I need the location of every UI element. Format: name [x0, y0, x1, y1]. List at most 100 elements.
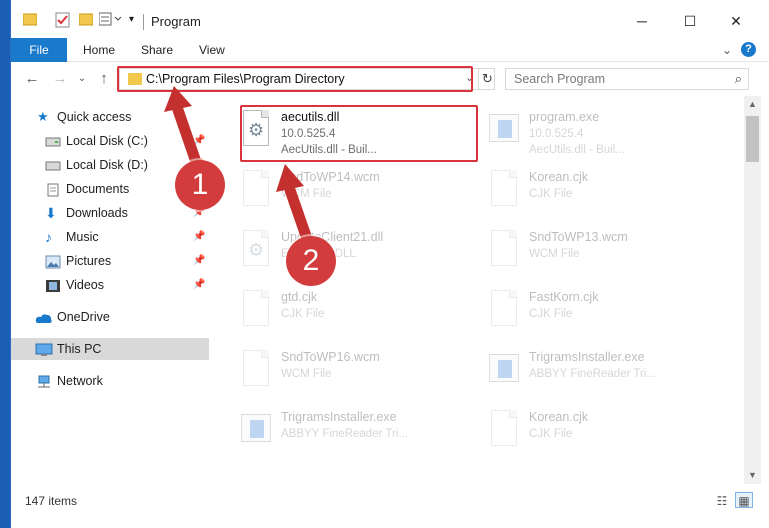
- sidebar-item-label: Quick access: [57, 110, 132, 124]
- pictures-icon: [45, 254, 61, 269]
- sidebar-item-videos[interactable]: Videos 📌: [11, 274, 209, 296]
- download-icon: ⬇: [45, 205, 57, 221]
- exe-file-icon: [489, 350, 519, 388]
- sidebar-item-label: Music: [66, 230, 99, 244]
- up-button[interactable]: ↑: [95, 70, 113, 88]
- sidebar-item-onedrive[interactable]: OneDrive: [11, 306, 209, 328]
- sidebar-item-label: Pictures: [66, 254, 112, 268]
- sidebar-item-network[interactable]: Network: [11, 370, 209, 392]
- close-button[interactable]: ✕: [721, 10, 751, 32]
- drive-icon: [45, 134, 61, 148]
- tiles-view-button[interactable]: ▦: [735, 492, 753, 508]
- sidebar-item-quick-access[interactable]: ★ Quick access: [11, 106, 209, 128]
- title-bar: ▾ Program ─ ☐ ✕: [11, 0, 769, 40]
- file-item[interactable]: TrigramsInstaller.exe ABBYY FineReader T…: [221, 400, 461, 458]
- file-type: CJK File: [529, 188, 573, 200]
- sidebar-item-local-disk-c[interactable]: Local Disk (C:) 📌: [11, 130, 209, 152]
- sidebar-item-label: Documents: [66, 182, 130, 196]
- tab-file[interactable]: File: [11, 38, 67, 62]
- file-highlight-box: [240, 105, 478, 162]
- expand-ribbon-icon[interactable]: ⌄: [719, 42, 735, 58]
- music-icon: ♪: [45, 229, 52, 245]
- scroll-thumb[interactable]: [746, 116, 759, 162]
- exe-file-icon: [241, 410, 271, 448]
- title-divider: [143, 14, 144, 30]
- scroll-up-button[interactable]: ▲: [744, 96, 761, 113]
- forward-button[interactable]: →: [51, 70, 69, 88]
- document-file-icon: [241, 290, 271, 328]
- file-item[interactable]: Korean.cjk CJK File: [469, 400, 709, 458]
- window-title: Program: [151, 14, 201, 29]
- sidebar-item-this-pc[interactable]: This PC: [11, 338, 209, 360]
- file-name: FastKorn.cjk: [529, 290, 599, 304]
- new-folder-icon[interactable]: [78, 12, 94, 30]
- file-item[interactable]: SndToWP13.wcm WCM File: [469, 220, 709, 278]
- file-item[interactable]: SndToWP16.wcm WCM File: [221, 340, 461, 398]
- file-item[interactable]: FastKorn.cjk CJK File: [469, 280, 709, 338]
- tab-view[interactable]: View: [199, 38, 225, 62]
- file-item-program-exe[interactable]: program.exe 10.0.525.4 AecUtils.dll - Bu…: [469, 100, 709, 158]
- sidebar-item-label: Network: [57, 374, 103, 388]
- pin-icon: 📌: [193, 279, 206, 290]
- document-file-icon: [489, 410, 519, 448]
- tab-share[interactable]: Share: [141, 38, 173, 62]
- sidebar-item-label: This PC: [57, 342, 102, 356]
- file-item[interactable]: gtd.cjk CJK File: [221, 280, 461, 338]
- document-file-icon: [241, 170, 271, 208]
- folder-icon[interactable]: [22, 12, 38, 30]
- search-icon: ⌕: [734, 71, 742, 86]
- details-view-button[interactable]: ☷: [713, 492, 731, 508]
- vertical-scrollbar[interactable]: ▲ ▼: [744, 96, 761, 484]
- refresh-button[interactable]: ↻: [478, 69, 496, 89]
- file-item[interactable]: ⚙ UpdateClient21.dll Extension DLL: [221, 220, 461, 278]
- file-name: SndToWP16.wcm: [281, 350, 380, 364]
- navigation-pane: ★ Quick access Local Disk (C:) 📌 Local D…: [11, 96, 209, 484]
- sidebar-item-label: Videos: [66, 278, 104, 292]
- file-name: gtd.cjk: [281, 290, 318, 304]
- file-name: Korean.cjk: [529, 410, 589, 424]
- step-2-badge: 2: [286, 236, 336, 286]
- pin-icon: 📌: [193, 255, 206, 266]
- document-file-icon: [489, 230, 519, 268]
- search-placeholder: Search Program: [514, 72, 606, 86]
- chevron-down-icon[interactable]: ▾: [129, 14, 139, 32]
- help-button[interactable]: ?: [741, 42, 756, 57]
- file-type: CJK File: [529, 308, 573, 320]
- dll-file-icon: ⚙: [241, 230, 271, 268]
- file-item[interactable]: Korean.cjk CJK File: [469, 160, 709, 218]
- sidebar-item-pictures[interactable]: Pictures 📌: [11, 250, 209, 272]
- document-file-icon: [489, 290, 519, 328]
- recent-locations-button[interactable]: ⌄: [73, 70, 91, 88]
- file-name: SndToWP13.wcm: [529, 230, 628, 244]
- explorer-window: ▾ Program ─ ☐ ✕ File Home Share View ⌄ ?…: [10, 0, 769, 528]
- file-type: CJK File: [529, 428, 573, 440]
- maximize-button[interactable]: ☐: [675, 10, 705, 32]
- documents-icon: [45, 182, 61, 197]
- search-input[interactable]: Search Program ⌕: [505, 68, 749, 90]
- file-version: 10.0.525.4: [529, 128, 584, 140]
- network-icon: [35, 374, 51, 388]
- file-type: CJK File: [281, 308, 325, 320]
- file-name: program.exe: [529, 110, 600, 124]
- file-item[interactable]: TrigramsInstaller.exe ABBYY FineReader T…: [469, 340, 709, 398]
- file-item[interactable]: SndToWP14.wcm WCM File: [221, 160, 461, 218]
- ribbon: File Home Share View ⌄ ?: [11, 38, 769, 62]
- file-name: TrigramsInstaller.exe: [529, 350, 645, 364]
- file-description: AecUtils.dll - Buil...: [529, 144, 625, 156]
- sidebar-item-label: Downloads: [66, 206, 128, 220]
- file-type: ABBYY FineReader Tri...: [529, 368, 656, 380]
- customize-icon[interactable]: [98, 12, 127, 30]
- star-icon: ★: [37, 109, 49, 124]
- scroll-down-button[interactable]: ▼: [744, 467, 761, 484]
- back-button[interactable]: ←: [23, 70, 41, 88]
- minimize-button[interactable]: ─: [627, 10, 657, 32]
- pin-icon: 📌: [193, 135, 206, 146]
- properties-icon[interactable]: [55, 12, 71, 30]
- sidebar-item-music[interactable]: ♪ Music 📌: [11, 226, 209, 248]
- sidebar-item-downloads[interactable]: ⬇ Downloads 📌: [11, 202, 209, 224]
- pin-icon: 📌: [193, 231, 206, 242]
- exe-file-icon: [489, 110, 519, 148]
- status-bar: 147 items ☷ ▦: [11, 484, 769, 528]
- tab-home[interactable]: Home: [83, 38, 115, 62]
- step-1-badge: 1: [175, 160, 225, 210]
